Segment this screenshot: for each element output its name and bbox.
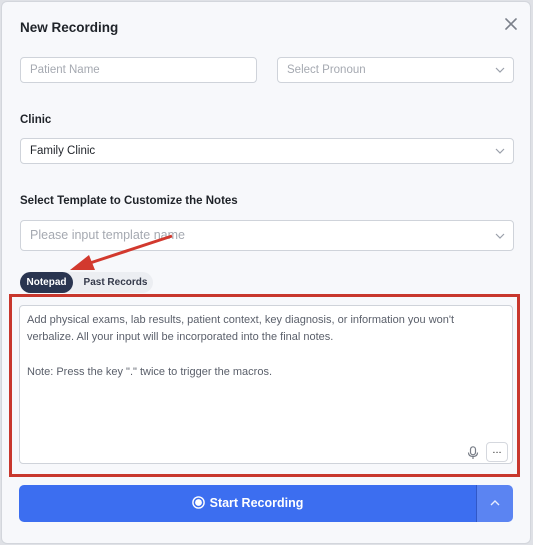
clinic-select[interactable]: Family Clinic — [20, 138, 514, 164]
recording-options-toggle[interactable] — [476, 485, 513, 522]
dialog-title: New Recording — [20, 20, 119, 35]
tab-past-records[interactable]: Past Records — [78, 272, 153, 293]
clinic-value: Family Clinic — [30, 145, 96, 157]
start-recording-button[interactable]: Start Recording — [19, 485, 476, 522]
notes-tabs: Notepad Past Records — [20, 272, 153, 293]
start-recording-label: Start Recording — [209, 496, 304, 510]
patient-name-input[interactable]: Patient Name — [20, 57, 257, 83]
notepad-macro-note: Note: Press the key "." twice to trigger… — [27, 366, 273, 378]
close-icon[interactable] — [503, 16, 519, 32]
chevron-down-icon — [495, 148, 505, 154]
microphone-icon[interactable] — [467, 446, 479, 460]
pronoun-placeholder: Select Pronoun — [287, 64, 366, 76]
tab-notepad[interactable]: Notepad — [20, 272, 73, 293]
patient-name-placeholder: Patient Name — [30, 64, 100, 76]
pronoun-select[interactable]: Select Pronoun — [277, 57, 514, 83]
record-icon — [191, 496, 205, 509]
template-placeholder: Please input template name — [30, 228, 185, 242]
clinic-label: Clinic — [20, 114, 52, 126]
notepad-hint-line: verbalize. All your input will be incorp… — [27, 331, 334, 343]
chevron-down-icon — [495, 233, 505, 239]
template-select[interactable]: Please input template name — [20, 220, 514, 251]
more-options-button[interactable]: ... — [486, 442, 508, 462]
notepad-hint-line: Add physical exams, lab results, patient… — [27, 314, 455, 326]
chevron-down-icon — [495, 67, 505, 73]
template-label: Select Template to Customize the Notes — [20, 195, 238, 207]
notepad-textarea[interactable]: Add physical exams, lab results, patient… — [19, 305, 513, 464]
chevron-up-icon — [490, 500, 500, 506]
